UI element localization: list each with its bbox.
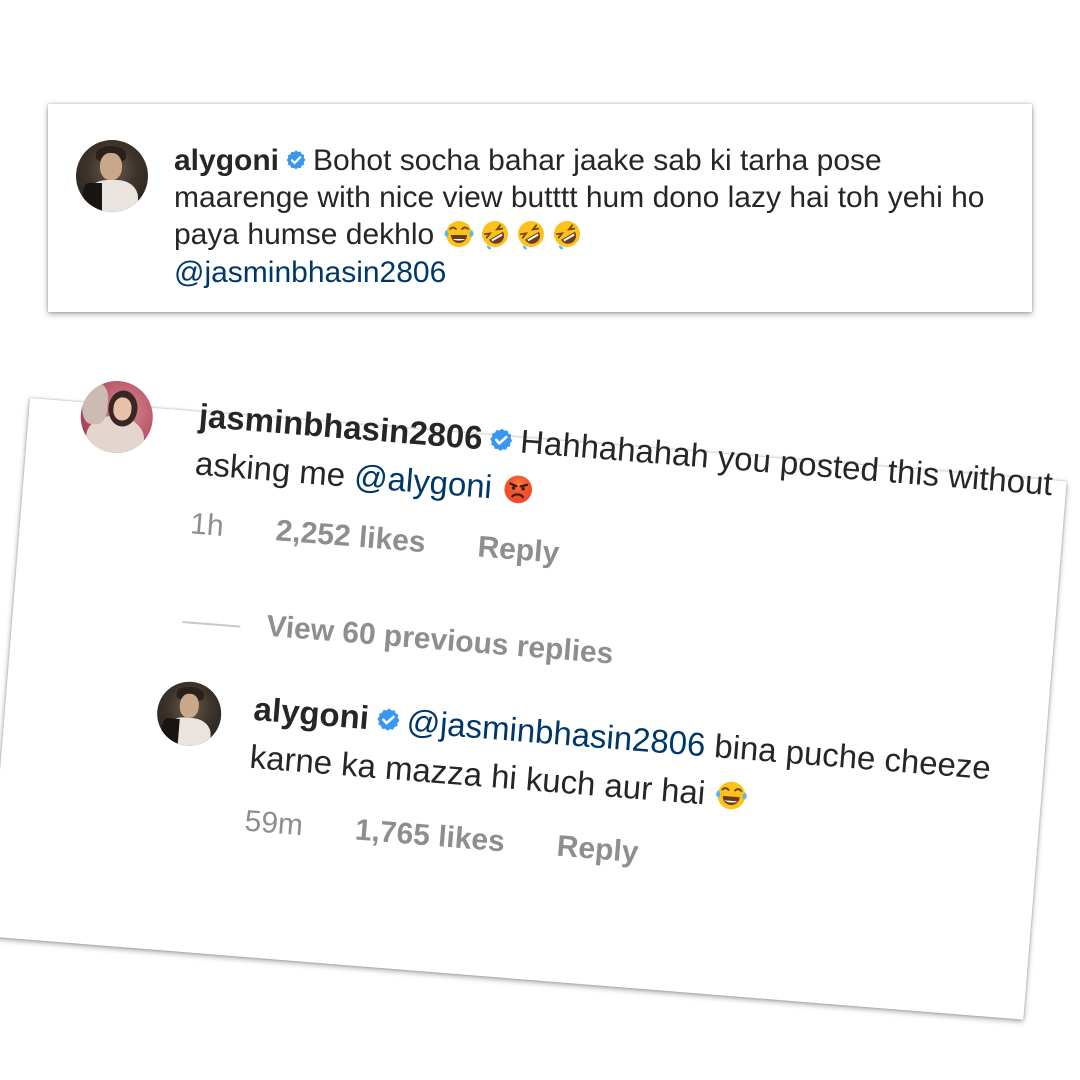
verified-badge-icon bbox=[374, 706, 402, 734]
reply-likes[interactable]: 1,765 likes bbox=[354, 814, 506, 859]
reply-reply-button[interactable]: Reply bbox=[556, 830, 640, 869]
comments-card: jasminbhasin2806 Hahhahahah you posted th… bbox=[0, 378, 1067, 1020]
caption-text: alygoni Bohot socha bahar jaake sab ki ta… bbox=[174, 142, 1014, 291]
replies-divider bbox=[182, 620, 241, 628]
rolling-on-floor-laughing-icon bbox=[551, 218, 583, 250]
pouting-face-icon bbox=[500, 471, 537, 508]
comment-meta: 1h 2,252 likes Reply bbox=[189, 507, 560, 571]
reply-timestamp: 59m bbox=[243, 804, 305, 843]
reply-username[interactable]: alygoni bbox=[252, 690, 370, 736]
avatar[interactable] bbox=[154, 679, 224, 749]
caption-card: alygoni Bohot socha bahar jaake sab ki ta… bbox=[48, 104, 1032, 312]
verified-badge-icon bbox=[487, 426, 515, 454]
face-with-tears-of-joy-icon bbox=[443, 218, 475, 250]
face-with-tears-of-joy-icon bbox=[713, 777, 750, 814]
comment-mention[interactable]: @alygoni bbox=[353, 457, 494, 505]
screenshot-collage: alygoni Bohot socha bahar jaake sab ki ta… bbox=[0, 0, 1080, 1080]
reply-meta: 59m 1,765 likes Reply bbox=[243, 805, 639, 871]
rolling-on-floor-laughing-icon bbox=[515, 218, 547, 250]
comment-timestamp: 1h bbox=[189, 507, 226, 543]
rolling-on-floor-laughing-icon bbox=[479, 218, 511, 250]
avatar[interactable] bbox=[76, 140, 148, 212]
view-previous-replies[interactable]: View 60 previous replies bbox=[265, 609, 615, 672]
comment-reply-button[interactable]: Reply bbox=[476, 530, 560, 569]
verified-badge-icon bbox=[285, 149, 307, 171]
avatar[interactable] bbox=[77, 378, 156, 456]
comment-likes[interactable]: 2,252 likes bbox=[275, 514, 427, 559]
view-previous-replies-label: View 60 previous replies bbox=[265, 609, 615, 671]
caption-username[interactable]: alygoni bbox=[174, 144, 279, 177]
caption-mention[interactable]: @jasminbhasin2806 bbox=[174, 256, 446, 289]
